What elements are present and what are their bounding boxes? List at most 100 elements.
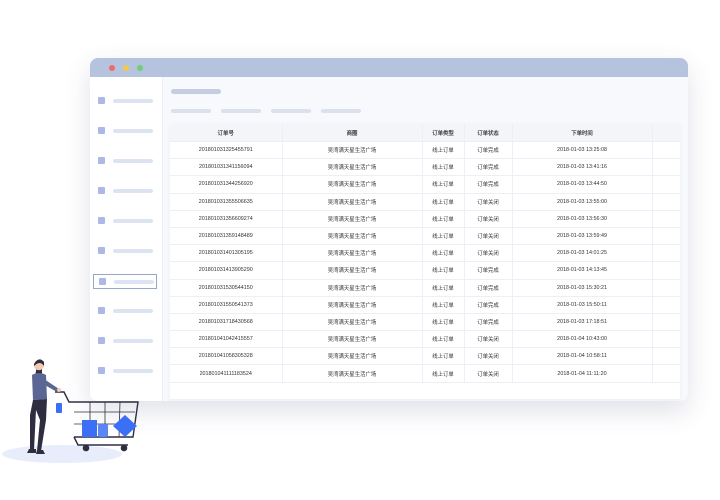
cell-order-type: 线上订单 bbox=[422, 244, 465, 263]
table-row[interactable]: 201801041111183524 吴湾满天星生活广场 线上订单 订单关闭 2018-… bbox=[170, 364, 680, 383]
filter-tab-3[interactable] bbox=[271, 109, 311, 113]
cell-district: 吴湾满天星生活广场 bbox=[282, 158, 423, 177]
app-window: 订单号 商圈 订单类型 订单状态 下单时间 201801031325455791… bbox=[90, 58, 688, 401]
cell-order-time: 2018-01-03 13:59:49 bbox=[512, 227, 653, 246]
cell-blank bbox=[652, 193, 680, 211]
cell-order-no: 201801031325455791 bbox=[170, 141, 283, 160]
column-header-order-status[interactable]: 订单状态 bbox=[464, 124, 513, 142]
sidebar-item-label-placeholder bbox=[113, 159, 153, 163]
page-title-placeholder bbox=[171, 89, 221, 94]
cell-order-type: 线上订单 bbox=[422, 175, 465, 194]
cell-district: 吴湾满天星生活广场 bbox=[282, 193, 423, 211]
sidebar-item-6[interactable] bbox=[93, 244, 157, 259]
orders-table: 订单号 商圈 订单类型 订单状态 下单时间 201801031325455791… bbox=[170, 124, 680, 383]
sidebar-item-label-placeholder bbox=[113, 129, 153, 133]
cell-district: 吴湾满天星生活广场 bbox=[282, 364, 423, 383]
cell-order-no: 201801031530544150 bbox=[170, 279, 283, 297]
sidebar-item-icon bbox=[98, 127, 105, 134]
cell-district: 吴湾满天星生活广场 bbox=[282, 175, 423, 194]
table-row[interactable]: 201801031413905290 吴湾满天星生活广场 线上订单 订单完成 2018-… bbox=[170, 261, 680, 280]
shopping-cart-icon bbox=[55, 391, 139, 452]
sidebar-item-7[interactable] bbox=[93, 274, 157, 289]
minimize-window-dot[interactable] bbox=[123, 65, 129, 71]
cell-blank bbox=[652, 244, 680, 263]
table-row[interactable]: 201801031325455791 吴湾满天星生活广场 线上订单 订单完成 2018-… bbox=[170, 141, 680, 160]
sidebar-item-icon bbox=[98, 97, 105, 104]
cell-order-type: 线上订单 bbox=[422, 193, 465, 211]
cell-order-time: 2018-01-03 15:30:21 bbox=[512, 279, 653, 297]
filter-tab-1[interactable] bbox=[171, 109, 211, 113]
cell-order-time: 2018-01-04 11:11:20 bbox=[512, 364, 653, 383]
cell-district: 吴湾满天星生活广场 bbox=[282, 210, 423, 228]
title-bar bbox=[90, 58, 688, 77]
sidebar-item-1[interactable] bbox=[93, 94, 157, 109]
cell-order-type: 线上订单 bbox=[422, 296, 465, 314]
table-row[interactable]: 201801041058305328 吴湾满天星生活广场 线上订单 订单关闭 2018-… bbox=[170, 347, 680, 366]
table-row[interactable]: 201801031341156094 吴湾满天星生活广场 线上订单 订单完成 2018-… bbox=[170, 158, 680, 177]
sidebar-item-4[interactable] bbox=[93, 184, 157, 199]
table-row[interactable]: 201801031355506635 吴湾满天星生活广场 线上订单 订单关闭 2018-… bbox=[170, 193, 680, 211]
table-row[interactable]: 201801031359148489 吴湾满天星生活广场 线上订单 订单关闭 2018-… bbox=[170, 227, 680, 246]
column-header-order-type[interactable]: 订单类型 bbox=[422, 124, 465, 142]
cell-order-type: 线上订单 bbox=[422, 347, 465, 366]
cell-order-no: 201801041111183524 bbox=[170, 364, 283, 383]
sidebar-item-icon bbox=[98, 247, 105, 254]
sidebar-item-3[interactable] bbox=[93, 154, 157, 169]
cell-order-type: 线上订单 bbox=[422, 210, 465, 228]
maximize-window-dot[interactable] bbox=[137, 65, 143, 71]
cell-blank bbox=[652, 296, 680, 314]
cell-blank bbox=[652, 347, 680, 366]
sidebar-item-label-placeholder bbox=[113, 99, 153, 103]
table-row[interactable]: 201801031344256920 吴湾满天星生活广场 线上订单 订单完成 2018-… bbox=[170, 175, 680, 194]
cell-order-status: 订单完成 bbox=[464, 175, 513, 194]
cell-order-no: 201801031341156094 bbox=[170, 158, 283, 177]
table-row[interactable]: 201801031401305195 吴湾满天星生活广场 线上订单 订单关闭 2018-… bbox=[170, 244, 680, 263]
cell-order-no: 201801031550541373 bbox=[170, 296, 283, 314]
cell-order-status: 订单完成 bbox=[464, 296, 513, 314]
cell-order-type: 线上订单 bbox=[422, 330, 465, 349]
sidebar-item-icon bbox=[98, 337, 105, 344]
cell-order-status: 订单关闭 bbox=[464, 330, 513, 349]
column-header-district[interactable]: 商圈 bbox=[282, 124, 423, 142]
sidebar-item-label-placeholder bbox=[113, 189, 153, 193]
cell-order-type: 线上订单 bbox=[422, 158, 465, 177]
cell-order-time: 2018-01-04 10:58:11 bbox=[512, 347, 653, 366]
cell-order-type: 线上订单 bbox=[422, 141, 465, 160]
filter-tab-2[interactable] bbox=[221, 109, 261, 113]
sidebar-item-9[interactable] bbox=[93, 334, 157, 349]
table-row[interactable]: 201801031550541373 吴湾满天星生活广场 线上订单 订单完成 2018-… bbox=[170, 296, 680, 314]
cell-order-no: 201801031355506635 bbox=[170, 193, 283, 211]
cell-blank bbox=[652, 261, 680, 280]
cell-order-status: 订单关闭 bbox=[464, 364, 513, 383]
cell-order-time: 2018-01-03 14:01:25 bbox=[512, 244, 653, 263]
sidebar-item-5[interactable] bbox=[93, 214, 157, 229]
cell-order-status: 订单完成 bbox=[464, 141, 513, 160]
cell-district: 吴湾满天星生活广场 bbox=[282, 313, 423, 332]
sidebar-item-icon bbox=[98, 187, 105, 194]
table-row[interactable]: 201801031356609274 吴湾满天星生活广场 线上订单 订单关闭 2018-… bbox=[170, 210, 680, 228]
cell-district: 吴湾满天星生活广场 bbox=[282, 347, 423, 366]
sidebar-item-2[interactable] bbox=[93, 124, 157, 139]
sidebar-item-icon bbox=[99, 278, 106, 285]
floor-shadow bbox=[2, 445, 122, 463]
close-window-dot[interactable] bbox=[109, 65, 115, 71]
cell-order-status: 订单完成 bbox=[464, 279, 513, 297]
cell-order-status: 订单完成 bbox=[464, 158, 513, 177]
cell-blank bbox=[652, 158, 680, 177]
sidebar-item-8[interactable] bbox=[93, 304, 157, 319]
table-row[interactable]: 201801031530544150 吴湾满天星生活广场 线上订单 订单完成 2018-… bbox=[170, 279, 680, 297]
cell-order-status: 订单关闭 bbox=[464, 227, 513, 246]
cell-order-type: 线上订单 bbox=[422, 313, 465, 332]
cell-order-time: 2018-01-03 17:18:51 bbox=[512, 313, 653, 332]
column-header-order-no[interactable]: 订单号 bbox=[170, 124, 283, 142]
cell-district: 吴湾满天星生活广场 bbox=[282, 261, 423, 280]
cell-order-time: 2018-01-03 14:13:45 bbox=[512, 261, 653, 280]
table-row[interactable]: 201801041042415557 吴湾满天星生活广场 线上订单 订单关闭 2018-… bbox=[170, 330, 680, 349]
cell-blank bbox=[652, 175, 680, 194]
filter-tab-4[interactable] bbox=[321, 109, 361, 113]
cell-district: 吴湾满天星生活广场 bbox=[282, 227, 423, 246]
table-row[interactable]: 201801031718430568 吴湾满天星生活广场 线上订单 订单完成 2018-… bbox=[170, 313, 680, 332]
cell-order-status: 订单完成 bbox=[464, 261, 513, 280]
column-header-order-time[interactable]: 下单时间 bbox=[512, 124, 653, 142]
cell-order-no: 201801031359148489 bbox=[170, 227, 283, 246]
